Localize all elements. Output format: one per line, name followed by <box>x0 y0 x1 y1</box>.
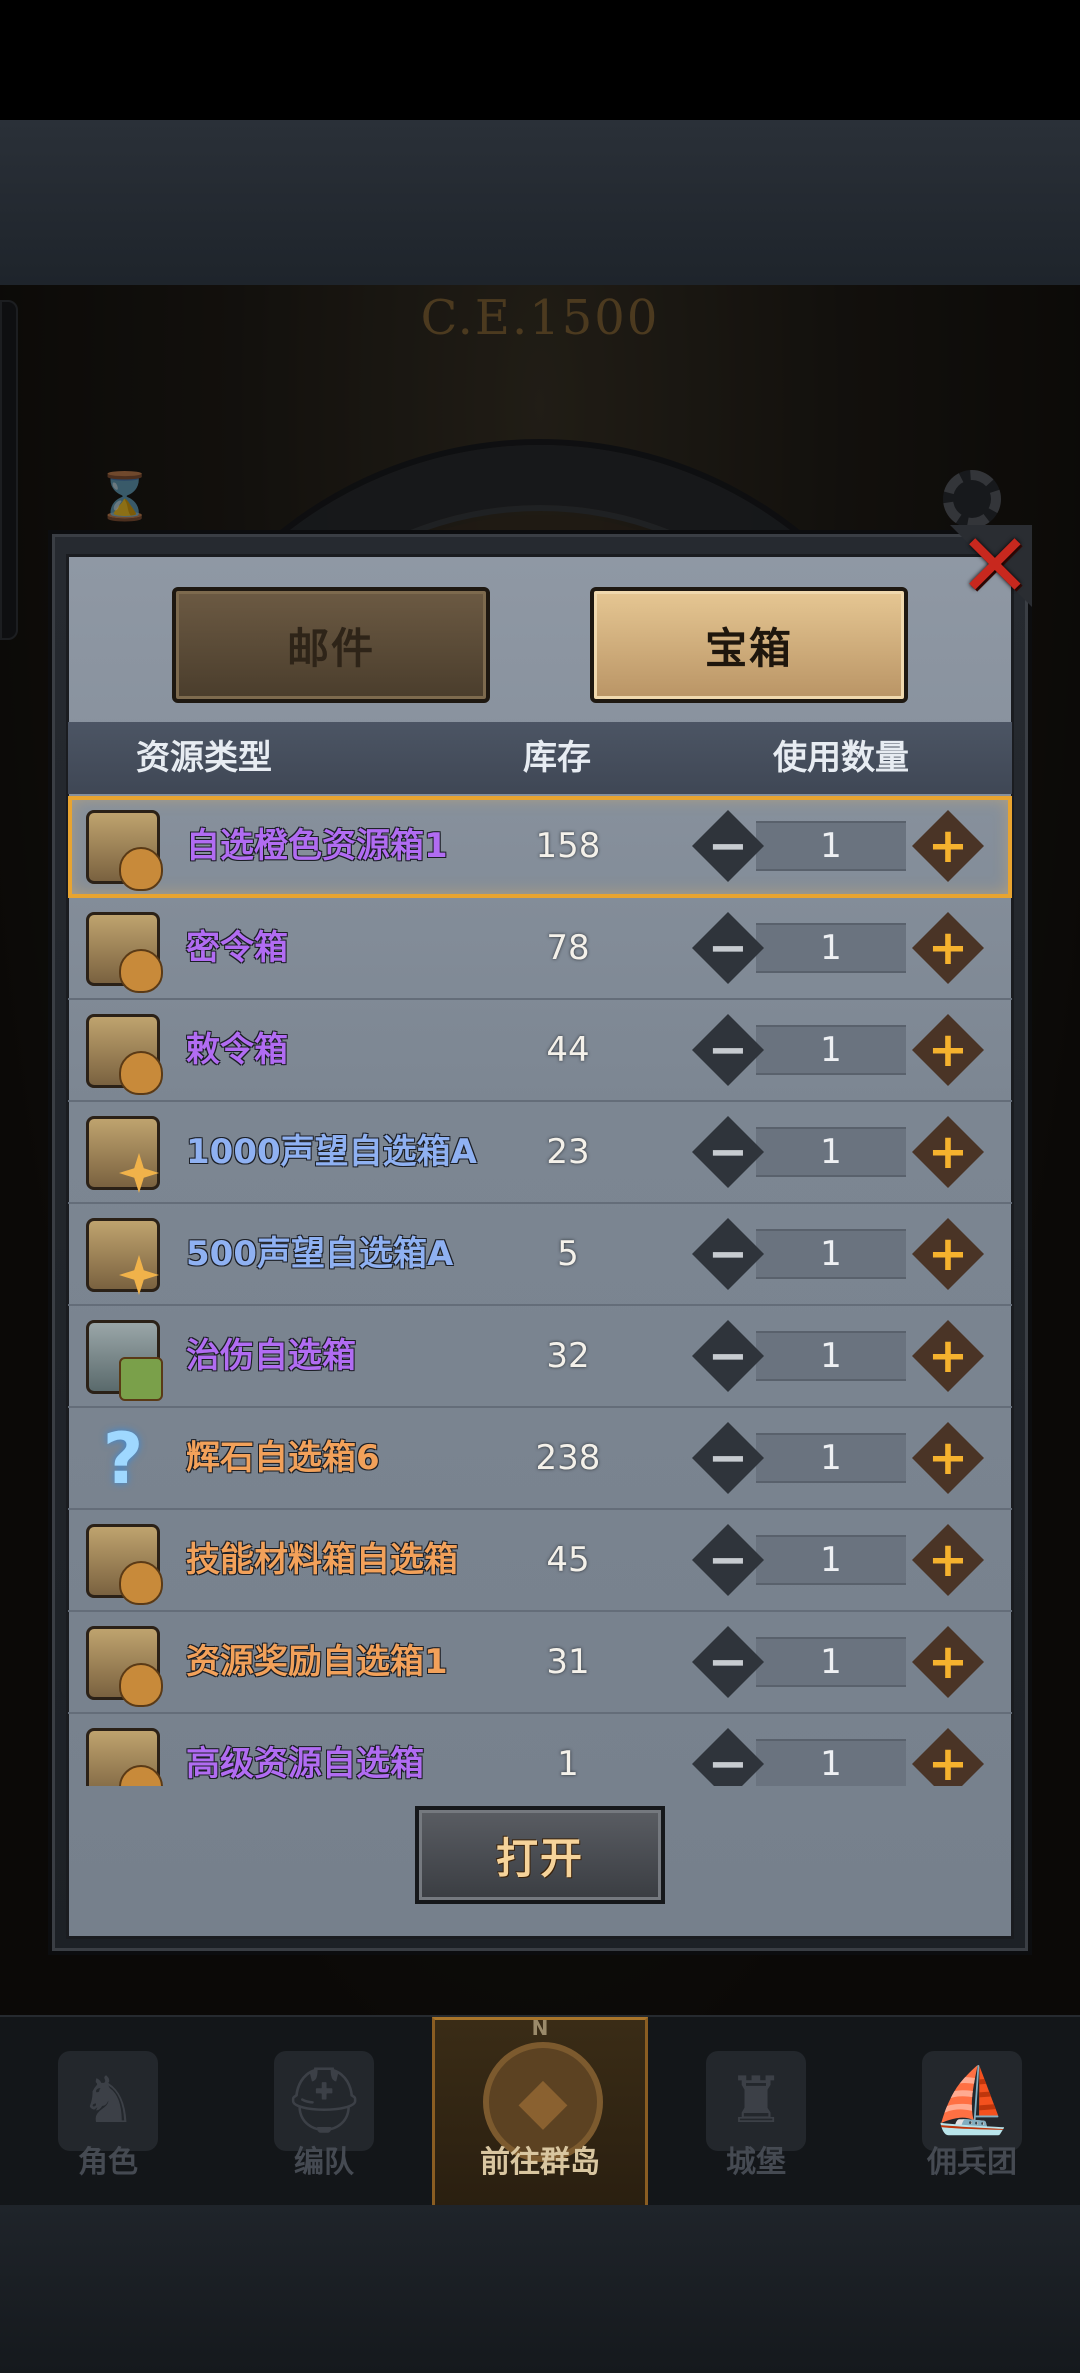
column-header-use-count: 使用数量 <box>773 738 909 778</box>
question-icon: ? <box>102 1418 144 1500</box>
increase-button[interactable]: + <box>912 1218 984 1290</box>
item-stock: 5 <box>557 1234 579 1274</box>
table-row[interactable]: 1000声望自选箱A 23 1− + <box>68 1102 1012 1204</box>
chest-bag-icon <box>86 1014 163 1095</box>
close-icon[interactable]: ✕ <box>958 522 1032 610</box>
potion-icon <box>86 1320 163 1401</box>
item-name: 敕令箱 <box>186 1030 288 1070</box>
chest-bag-icon <box>86 1524 163 1605</box>
bottom-navigation: ♞ 角色 ⛑ 编队 N ◆ 前往群岛 ♜ 城堡 ⛵ 佣兵团 <box>0 2015 1080 2207</box>
knight-icon: ♞ <box>58 2051 158 2151</box>
decrease-button[interactable]: − <box>692 1728 764 1786</box>
increase-button[interactable]: + <box>912 1728 984 1786</box>
table-row[interactable]: 治伤自选箱 32 1− + <box>68 1306 1012 1408</box>
decrease-button[interactable]: − <box>692 810 764 882</box>
ship-icon: ⛵ <box>922 2051 1022 2151</box>
chest-bag-icon <box>86 912 163 993</box>
item-name: 技能材料箱自选箱 <box>186 1540 458 1580</box>
compass-north-letter: N <box>531 2016 549 2040</box>
table-row[interactable]: 技能材料箱自选箱 45 1− + <box>68 1510 1012 1612</box>
increase-button[interactable]: + <box>912 1116 984 1188</box>
item-name: 1000声望自选箱A <box>186 1132 477 1172</box>
quantity-value[interactable]: 1 <box>756 1535 906 1585</box>
quantity-value[interactable]: 1 <box>756 1331 906 1381</box>
quantity-value[interactable]: 1 <box>756 1739 906 1786</box>
decrease-button[interactable]: − <box>692 1626 764 1698</box>
table-row[interactable]: 敕令箱 44 1− + <box>68 1000 1012 1102</box>
quantity-value[interactable]: 1 <box>756 1229 906 1279</box>
nav-label: 角色 <box>78 2145 138 2180</box>
decrease-button[interactable]: − <box>692 1116 764 1188</box>
bottom-banner <box>0 2205 1080 2373</box>
table-row[interactable]: ? 辉石自选箱6 238 1− + <box>68 1408 1012 1510</box>
table-row[interactable]: 密令箱 78 1− + <box>68 898 1012 1000</box>
increase-button[interactable]: + <box>912 1320 984 1392</box>
quantity-value[interactable]: 1 <box>756 1637 906 1687</box>
item-stock: 1 <box>557 1744 579 1784</box>
quantity-value[interactable]: 1 <box>756 1025 906 1075</box>
item-name: 自选橙色资源箱1 <box>186 826 448 866</box>
increase-button[interactable]: + <box>912 1422 984 1494</box>
decrease-button[interactable]: − <box>692 1218 764 1290</box>
table-row[interactable]: 高级资源自选箱 1 1− + <box>68 1714 1012 1786</box>
chest-bag-icon <box>86 1728 163 1786</box>
decrease-button[interactable]: − <box>692 912 764 984</box>
decrease-button[interactable]: − <box>692 1422 764 1494</box>
chest-list[interactable]: 自选橙色资源箱1 158 1− + 密令箱 78 1− + 敕令箱 44 1− +1000声望自选箱A… <box>68 796 1012 1786</box>
increase-button[interactable]: + <box>912 912 984 984</box>
item-stock: 32 <box>546 1336 590 1376</box>
item-name: 高级资源自选箱 <box>186 1744 424 1784</box>
status-bar-area <box>0 0 1080 120</box>
item-name: 500声望自选箱A <box>186 1234 454 1274</box>
item-stock: 238 <box>535 1438 601 1478</box>
item-stock: 158 <box>535 826 601 866</box>
item-stock: 45 <box>546 1540 590 1580</box>
quantity-value[interactable]: 1 <box>756 923 906 973</box>
quantity-value[interactable]: 1 <box>756 1127 906 1177</box>
increase-button[interactable]: + <box>912 1014 984 1086</box>
tab-mail[interactable]: 邮件 <box>172 587 490 703</box>
decrease-button[interactable]: − <box>692 1524 764 1596</box>
item-name: 密令箱 <box>186 928 288 968</box>
table-row[interactable]: 500声望自选箱A 5 1− + <box>68 1204 1012 1306</box>
top-banner <box>0 120 1080 285</box>
item-name: 辉石自选箱6 <box>186 1438 380 1478</box>
chest-star-icon <box>86 1218 160 1292</box>
item-name: 资源奖励自选箱1 <box>186 1642 448 1682</box>
item-stock: 31 <box>546 1642 590 1682</box>
nav-label: 城堡 <box>726 2145 786 2180</box>
nav-item-character[interactable]: ♞ 角色 <box>0 2017 216 2207</box>
column-header-type: 资源类型 <box>136 738 272 778</box>
nav-label: 前往群岛 <box>480 2145 600 2180</box>
helmet-icon: ⛑ <box>274 2051 374 2151</box>
chest-bag-icon <box>86 1626 163 1707</box>
tab-chest[interactable]: 宝箱 <box>590 587 908 703</box>
table-row[interactable]: 自选橙色资源箱1 158 1− + <box>68 796 1012 898</box>
nav-item-castle[interactable]: ♜ 城堡 <box>648 2017 864 2207</box>
item-stock: 44 <box>546 1030 590 1070</box>
item-name: 治伤自选箱 <box>186 1336 356 1376</box>
nav-item-islands[interactable]: N ◆ 前往群岛 <box>432 2016 648 2207</box>
column-header-stock: 库存 <box>523 738 591 778</box>
nav-label: 编队 <box>294 2145 354 2180</box>
castle-icon: ♜ <box>706 2051 806 2151</box>
table-row[interactable]: 资源奖励自选箱1 31 1− + <box>68 1612 1012 1714</box>
chest-star-icon <box>86 1116 160 1190</box>
nav-label: 佣兵团 <box>927 2145 1017 2180</box>
decrease-button[interactable]: − <box>692 1320 764 1392</box>
item-stock: 23 <box>546 1132 590 1172</box>
quantity-value[interactable]: 1 <box>756 1433 906 1483</box>
nav-item-mercenary[interactable]: ⛵ 佣兵团 <box>864 2017 1080 2207</box>
item-stock: 78 <box>546 928 590 968</box>
decrease-button[interactable]: − <box>692 1014 764 1086</box>
increase-button[interactable]: + <box>912 1524 984 1596</box>
chest-bag-icon <box>86 810 163 891</box>
open-button[interactable]: 打开 <box>415 1806 665 1904</box>
quantity-value[interactable]: 1 <box>756 821 906 871</box>
nav-item-formation[interactable]: ⛑ 编队 <box>216 2017 432 2207</box>
increase-button[interactable]: + <box>912 1626 984 1698</box>
table-header: 资源类型 库存 使用数量 <box>68 722 1012 794</box>
increase-button[interactable]: + <box>912 810 984 882</box>
